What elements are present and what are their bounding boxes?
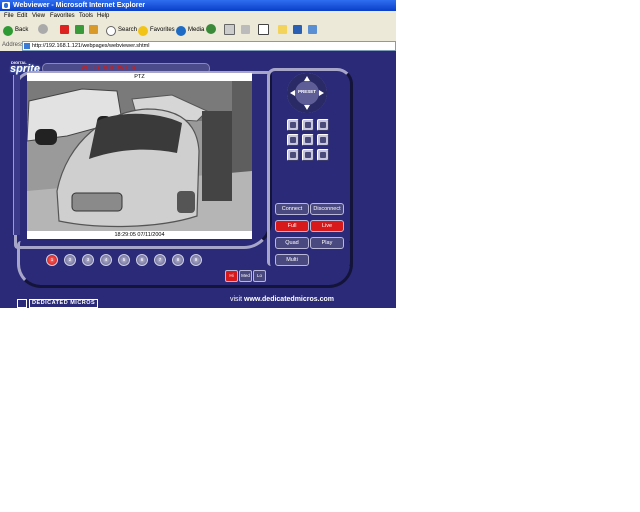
dedicated-micros-logo: DEDICATED MICROS	[17, 295, 99, 308]
resolution-lo-button[interactable]: Lo	[253, 270, 266, 282]
arrow-up-icon[interactable]	[304, 76, 310, 81]
arrow-down-icon[interactable]	[304, 105, 310, 110]
video-timestamp: 18:29:05 07/11/2004	[27, 231, 252, 239]
channel-button-1[interactable]: 1	[46, 254, 58, 266]
channel-button-3[interactable]: 3	[82, 254, 94, 266]
search-icon	[106, 25, 116, 36]
webviewer-app: DIGITAL sprite WEB VIEWER PTZ 18:29:05 0…	[0, 51, 396, 308]
star-icon	[138, 25, 148, 36]
record-icon	[290, 152, 296, 158]
window-title: Webviewer - Microsoft Internet Explorer	[13, 2, 146, 9]
toolbar: Back Search Favorites Media	[0, 21, 396, 41]
video-header: PTZ	[27, 73, 252, 81]
address-input[interactable]: http://192.168.1.121/webpages/webviewer.…	[22, 41, 396, 51]
channel-button-8[interactable]: 8	[172, 254, 184, 266]
history-button[interactable]	[206, 24, 218, 37]
resolution-hi-button[interactable]: Hi	[225, 270, 238, 282]
edit-button[interactable]	[258, 24, 269, 37]
iris-icon	[290, 137, 296, 143]
focus-icon	[290, 122, 296, 128]
speed-icon	[320, 152, 326, 158]
channel-button-2[interactable]: 2	[64, 254, 76, 266]
home-button[interactable]	[89, 24, 98, 37]
channel-button-7[interactable]: 7	[154, 254, 166, 266]
address-label: Address	[2, 42, 25, 48]
address-url: http://192.168.1.121/webpages/webviewer.…	[32, 43, 150, 49]
camera-image	[27, 81, 252, 231]
search-button[interactable]: Search	[106, 24, 137, 37]
home-icon	[89, 24, 98, 34]
connect-button[interactable]: Connect	[275, 203, 309, 215]
zoom-out-button[interactable]	[317, 119, 329, 131]
wide-icon	[305, 137, 311, 143]
mail-icon	[224, 24, 235, 35]
preset-label: PRESET	[297, 89, 316, 94]
auto-icon	[305, 152, 311, 158]
channel-button-4[interactable]: 4	[100, 254, 112, 266]
ie-icon	[2, 2, 10, 9]
zoom-out-icon	[320, 122, 326, 128]
menu-help[interactable]: Help	[97, 11, 109, 21]
menu-tools[interactable]: Tools	[79, 11, 93, 21]
dm-mark-icon	[17, 299, 27, 308]
discuss-button[interactable]	[308, 24, 317, 37]
speed-button[interactable]	[317, 149, 329, 161]
channel-button-6[interactable]: 6	[136, 254, 148, 266]
folder-icon	[278, 24, 287, 34]
refresh-button[interactable]	[75, 24, 84, 37]
grid-icon	[320, 137, 326, 143]
stop-button[interactable]	[60, 24, 69, 37]
live-button[interactable]: Live	[310, 220, 344, 232]
visit-url: www.dedicatedmicros.com	[244, 296, 334, 303]
channel-button-9[interactable]: 9	[190, 254, 202, 266]
record-button[interactable]	[287, 149, 299, 161]
visit-prefix: visit	[230, 296, 244, 303]
forward-arrow-icon	[38, 24, 48, 35]
forward-button[interactable]	[38, 24, 50, 37]
media-button[interactable]: Media	[176, 24, 204, 37]
wide-button[interactable]	[302, 134, 314, 146]
dm-logo-text: DEDICATED MICROS	[29, 299, 99, 308]
zoom-in-icon	[305, 122, 311, 128]
favorites-button[interactable]: Favorites	[138, 24, 175, 37]
full-button[interactable]: Full	[275, 220, 309, 232]
edit-icon	[258, 24, 269, 35]
disconnect-button[interactable]: Disconnect	[310, 203, 344, 215]
iris-button[interactable]	[287, 134, 299, 146]
title-bar: Webviewer - Microsoft Internet Explorer	[0, 0, 396, 11]
page-icon	[24, 43, 30, 49]
messenger-icon	[293, 24, 302, 34]
browser-window: Webviewer - Microsoft Internet Explorer …	[0, 0, 396, 308]
menu-edit[interactable]: Edit	[17, 11, 27, 21]
stop-icon	[60, 24, 69, 34]
ptz-dpad[interactable]: PRESET	[287, 73, 327, 113]
menu-view[interactable]: View	[32, 11, 45, 21]
grid-button[interactable]	[317, 134, 329, 146]
visit-link[interactable]: visit www.dedicatedmicros.com	[230, 296, 334, 303]
print-button[interactable]	[241, 24, 250, 37]
auto-button[interactable]	[302, 149, 314, 161]
folder-button[interactable]	[278, 24, 287, 37]
arrow-right-icon[interactable]	[319, 90, 324, 96]
refresh-icon	[75, 24, 84, 34]
back-arrow-icon	[3, 25, 13, 36]
media-icon	[176, 25, 186, 36]
menu-favorites[interactable]: Favorites	[50, 11, 75, 21]
menu-file[interactable]: File	[4, 11, 14, 21]
discuss-icon	[308, 24, 317, 34]
history-icon	[206, 24, 216, 35]
mail-button[interactable]	[224, 24, 235, 37]
channel-button-5[interactable]: 5	[118, 254, 130, 266]
resolution-med-button[interactable]: Med	[239, 270, 252, 282]
arrow-left-icon[interactable]	[290, 90, 295, 96]
focus-near-button[interactable]	[287, 119, 299, 131]
left-rail	[13, 75, 20, 235]
camera-view[interactable]	[27, 81, 252, 231]
print-icon	[241, 24, 250, 34]
messenger-button[interactable]	[293, 24, 302, 37]
back-button[interactable]: Back	[3, 24, 28, 37]
zoom-in-button[interactable]	[302, 119, 314, 131]
